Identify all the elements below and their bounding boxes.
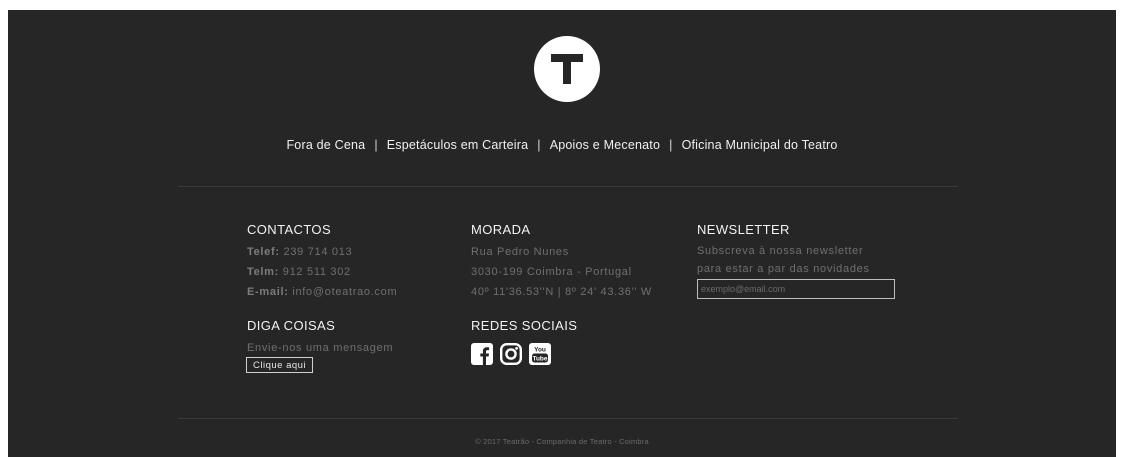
redes-sociais-section: REDES SOCIAIS bbox=[471, 318, 577, 338]
youtube-text-top: You bbox=[534, 347, 546, 354]
telm-label: Telm: bbox=[247, 266, 280, 278]
morada-heading: MORADA bbox=[471, 222, 531, 237]
email-line: E-mail: info@oteatrao.com bbox=[247, 282, 397, 302]
divider bbox=[178, 186, 958, 187]
nav-separator: | bbox=[374, 138, 378, 152]
youtube-icon[interactable]: You Tube bbox=[529, 343, 551, 365]
nav-link-oficina[interactable]: Oficina Municipal do Teatro bbox=[682, 138, 838, 152]
telef-line: Telef: 239 714 013 bbox=[247, 242, 397, 262]
morada-street: Rua Pedro Nunes bbox=[471, 246, 569, 258]
divider bbox=[178, 418, 958, 419]
clique-aqui-button[interactable]: Clique aqui bbox=[246, 357, 314, 373]
nav-link-espetaculos[interactable]: Espetáculos em Carteira bbox=[387, 138, 528, 152]
telm-value: 912 511 302 bbox=[282, 266, 351, 278]
facebook-icon[interactable] bbox=[471, 343, 493, 365]
teatrao-logo[interactable] bbox=[534, 36, 600, 102]
contactos-section: CONTACTOS Telef: 239 714 013 Telm: 912 5… bbox=[247, 222, 397, 302]
instagram-icon[interactable] bbox=[500, 343, 522, 365]
logo-t-stem bbox=[563, 54, 571, 84]
nav-separator: | bbox=[537, 138, 541, 152]
newsletter-section: NEWSLETTER Subscreva à nossa newsletter … bbox=[697, 222, 870, 278]
email-value[interactable]: info@oteatrao.com bbox=[292, 286, 397, 298]
nav-link-fora-de-cena[interactable]: Fora de Cena bbox=[286, 138, 365, 152]
telm-line: Telm: 912 511 302 bbox=[247, 262, 397, 282]
newsletter-text-2: para estar a par das novidades bbox=[697, 263, 870, 275]
diga-heading: DIGA COISAS bbox=[247, 318, 336, 333]
copyright-text: © 2017 Teatrão - Companhia de Teatro - C… bbox=[475, 437, 649, 446]
contactos-heading: CONTACTOS bbox=[247, 222, 332, 237]
telef-value: 239 714 013 bbox=[283, 246, 353, 258]
diga-coisas-section: DIGA COISAS Envie-nos uma mensagem bbox=[247, 318, 393, 358]
footer-nav: Fora de Cena | Espetáculos em Carteira | Apo… bbox=[0, 138, 1124, 152]
morada-city: 3030-199 Coimbra - Portugal bbox=[471, 266, 632, 278]
social-icons: You Tube bbox=[471, 343, 551, 365]
nav-link-apoios[interactable]: Apoios e Mecenato bbox=[550, 138, 660, 152]
morada-coordinates: 40º 11'36.53''N | 8º 24' 43.36'' W bbox=[471, 286, 653, 298]
diga-text: Envie-nos uma mensagem bbox=[247, 342, 394, 354]
newsletter-email-input[interactable] bbox=[697, 279, 895, 299]
newsletter-text-1: Subscreva à nossa newsletter bbox=[697, 245, 864, 257]
nav-separator: | bbox=[669, 138, 673, 152]
telef-label: Telef: bbox=[247, 246, 280, 258]
email-label: E-mail: bbox=[247, 286, 289, 298]
newsletter-heading: NEWSLETTER bbox=[697, 222, 790, 237]
redes-heading: REDES SOCIAIS bbox=[471, 318, 578, 333]
morada-section: MORADA Rua Pedro Nunes 3030-199 Coimbra … bbox=[471, 222, 652, 302]
youtube-text-bottom: Tube bbox=[532, 356, 547, 363]
